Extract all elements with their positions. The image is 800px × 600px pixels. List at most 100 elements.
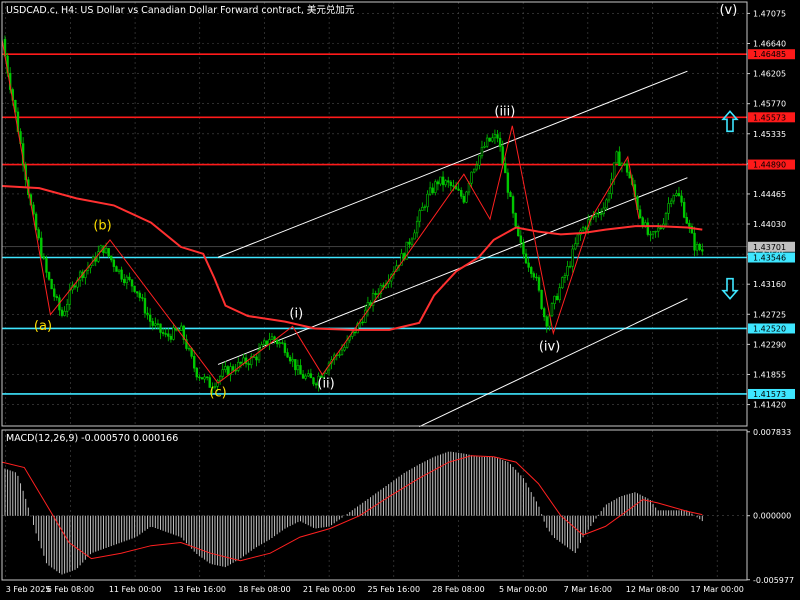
price-tick-label: 1.46205 (753, 70, 786, 79)
candle-body (638, 209, 642, 219)
candle-body (527, 262, 530, 268)
candle-body (597, 213, 600, 215)
candle-body (107, 248, 110, 257)
candle-body (343, 347, 346, 351)
candle-body (555, 295, 559, 301)
candle-body (675, 193, 678, 196)
candle-body (37, 229, 40, 239)
candle-body (472, 168, 476, 173)
candle-body (148, 314, 152, 322)
candle-body (618, 151, 621, 166)
candle-body (646, 222, 650, 235)
candle-body (68, 289, 71, 305)
candle-body (418, 210, 421, 222)
macd-tick-label: 0.000000 (753, 512, 791, 521)
candle-body (205, 376, 209, 379)
candle-body (265, 340, 268, 345)
candle-body (120, 269, 123, 280)
candle-body (338, 354, 341, 356)
candle-body (187, 347, 191, 350)
candle-body (667, 203, 670, 214)
time-tick-label: 17 Mar 00:00 (690, 585, 743, 594)
candle-body (680, 195, 683, 203)
candle-body (172, 327, 175, 340)
candle-body (610, 178, 613, 194)
candle-body (65, 303, 69, 312)
candle-body (159, 323, 162, 333)
time-tick-label: 6 Feb 08:00 (47, 585, 94, 594)
candle-body (301, 373, 305, 379)
candle-body (307, 373, 310, 377)
candle-body (151, 321, 154, 326)
candle-body (309, 373, 313, 379)
candle-body (447, 180, 450, 183)
time-tick-label: 13 Feb 16:00 (174, 585, 226, 594)
candle-body (242, 357, 245, 364)
wave-label: (c) (209, 385, 226, 400)
candle-body (156, 323, 160, 325)
candle-body (231, 366, 235, 371)
candle-body (462, 195, 466, 203)
candle-body (649, 233, 652, 236)
time-tick-label: 3 Feb 2025 (6, 585, 51, 594)
candle-body (218, 376, 222, 381)
wave-label: (ii) (317, 376, 334, 391)
time-axis[interactable]: 3 Feb 20256 Feb 08:00 11 Feb 00:00 13 Feb … (6, 585, 744, 594)
candle-body (304, 375, 307, 379)
candle-body (239, 361, 243, 364)
candle-body (195, 367, 199, 378)
candle-body (605, 199, 608, 209)
candle-body (542, 308, 546, 318)
current-price-label: 1.43701 (753, 243, 786, 252)
candle-body (457, 188, 460, 191)
candle-body (115, 266, 118, 272)
candle-body (294, 359, 297, 371)
candle-body (470, 171, 473, 184)
candle-body (460, 190, 463, 197)
candle-body (110, 255, 113, 261)
candle-body (117, 269, 121, 272)
price-tick-label: 1.41855 (753, 370, 786, 379)
candle-body (283, 343, 287, 353)
candle-body (483, 145, 486, 148)
wave-label: (b) (93, 219, 111, 234)
candle-body (592, 216, 595, 218)
price-tick-label: 1.41420 (753, 401, 786, 410)
candle-body (128, 276, 131, 281)
candle-body (563, 275, 567, 278)
candle-body (568, 265, 572, 268)
candle-body (312, 377, 315, 385)
candle-body (688, 222, 691, 227)
candle-body (540, 289, 543, 309)
price-tick-label: 1.44030 (753, 220, 786, 229)
candle-body (664, 212, 668, 225)
candle-body (514, 212, 517, 227)
wave-label: (iii) (494, 104, 515, 119)
candle-body (410, 238, 414, 245)
chart-canvas[interactable]: (a) (b) (c) (i) (ii) (iii) (iv) (v) USDCAD.c, H… (0, 0, 800, 600)
candle-body (40, 237, 43, 257)
time-tick-label: 25 Feb 16:00 (368, 585, 420, 594)
candle-body (198, 376, 201, 379)
candle-body (45, 258, 48, 273)
candle-body (537, 277, 541, 291)
candle-body (475, 164, 478, 170)
candle-body (263, 340, 266, 346)
candle-body (491, 137, 494, 142)
candle-body (130, 279, 134, 287)
time-tick-label: 5 Mar 00:00 (499, 585, 547, 594)
candle-body (135, 291, 139, 294)
candle-body (607, 193, 611, 201)
candle-body (237, 361, 240, 371)
candle-body (436, 181, 440, 185)
candle-body (452, 185, 455, 187)
candle-body (509, 192, 512, 197)
candle-body (426, 193, 429, 208)
candle-body (693, 232, 696, 251)
price-tick-label: 1.47075 (753, 9, 786, 18)
candle-body (485, 137, 489, 147)
macd-title: MACD(12,26,9) -0.000570 0.000166 (6, 433, 178, 444)
candle-body (281, 342, 284, 344)
candle-body (299, 365, 302, 375)
price-tick-label: 1.44465 (753, 190, 786, 199)
